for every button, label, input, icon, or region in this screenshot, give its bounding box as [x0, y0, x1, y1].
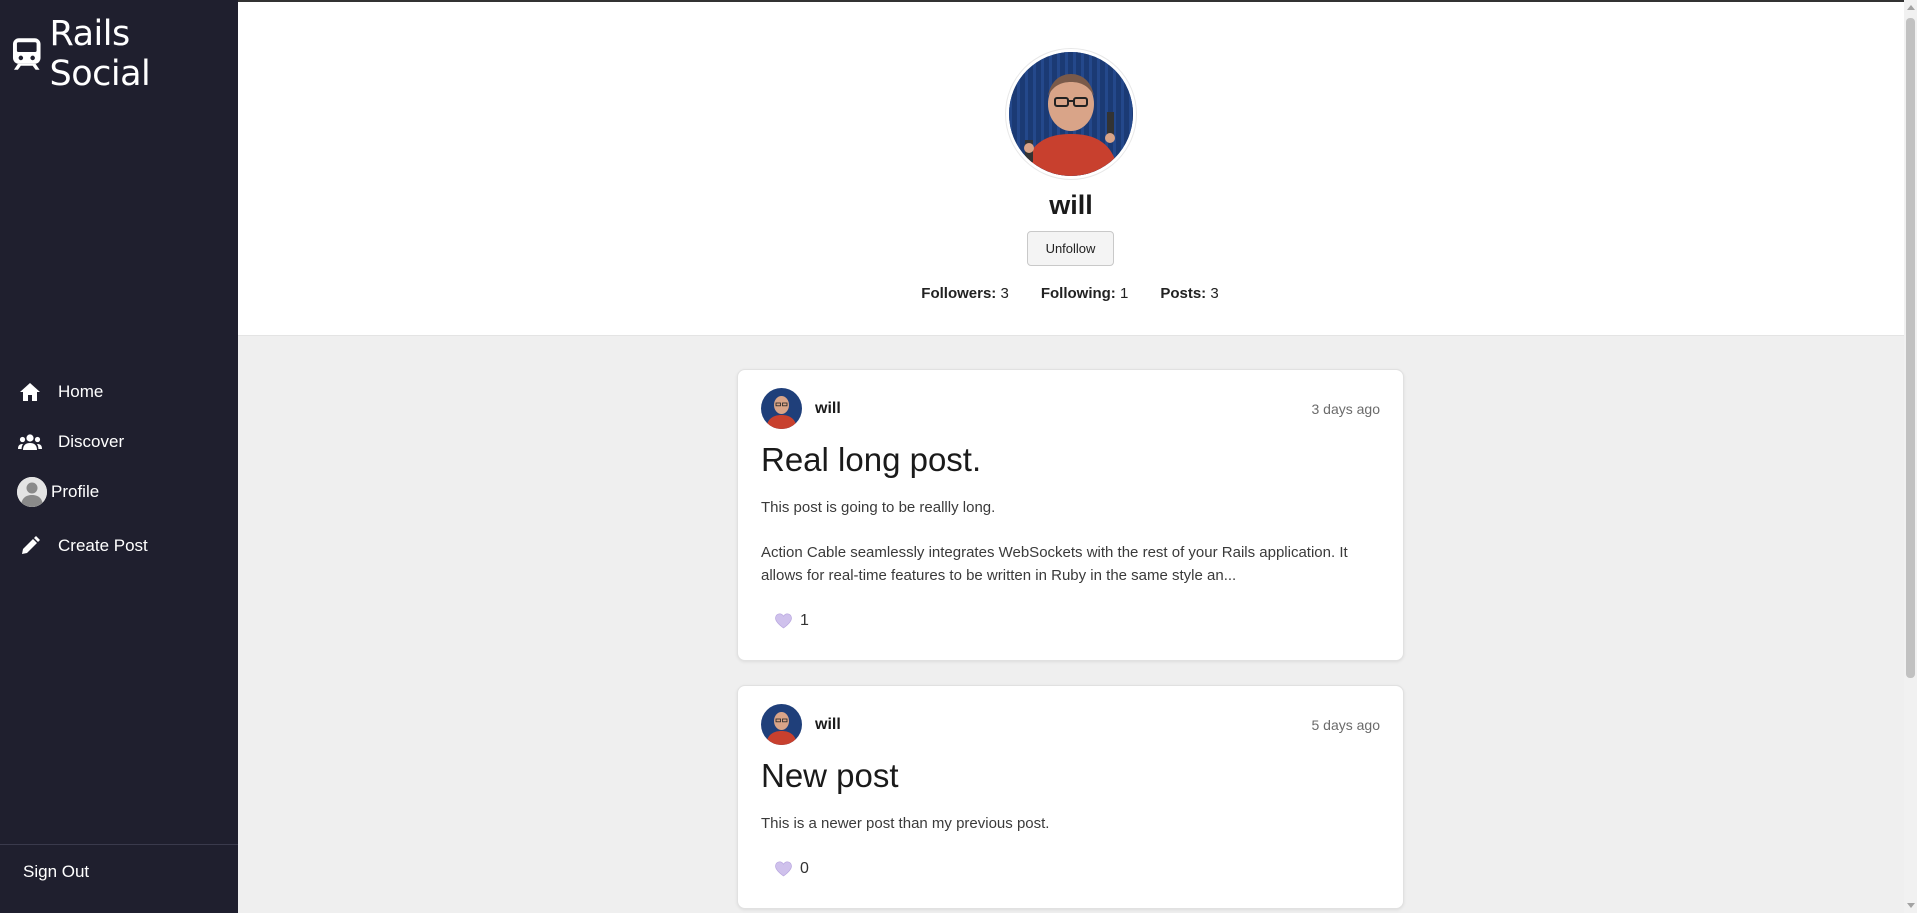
post-author[interactable]: will	[815, 400, 841, 418]
nav-profile[interactable]: Profile	[0, 467, 238, 517]
post-paragraph: Action Cable seamlessly integrates WebSo…	[761, 544, 1348, 584]
post-card[interactable]: will 3 days ago Real long post. This pos…	[737, 369, 1404, 661]
nav-discover-label: Discover	[58, 432, 125, 451]
profile-avatar	[1009, 52, 1133, 176]
post-author-avatar[interactable]	[761, 388, 802, 429]
brand-name: Rails Social	[49, 14, 151, 94]
like-button[interactable]: 1	[775, 612, 809, 630]
nav-create-post[interactable]: Create Post	[0, 521, 238, 571]
scroll-thumb[interactable]	[1906, 18, 1915, 678]
following-stat[interactable]: Following: 1	[1041, 285, 1129, 302]
post-card[interactable]: will 5 days ago New post This is a newer…	[737, 685, 1404, 909]
nav-create-post-label: Create Post	[58, 536, 148, 555]
nav-profile-label: Profile	[51, 482, 100, 501]
nav-home-label: Home	[58, 382, 104, 401]
scroll-up-arrow-icon[interactable]	[1907, 5, 1915, 10]
default-avatar-icon	[17, 477, 47, 507]
post-paragraph: This is a newer post than my previous po…	[761, 815, 1050, 832]
nav-discover[interactable]: Discover	[0, 417, 238, 467]
sign-out-link[interactable]: Sign Out	[23, 862, 89, 882]
main-nav: Home Discover Profile Create Post	[0, 367, 238, 571]
post-author[interactable]: will	[815, 716, 841, 734]
like-count: 0	[800, 860, 809, 877]
pencil-icon	[18, 534, 42, 558]
post-title[interactable]: New post	[761, 757, 899, 795]
train-icon	[12, 38, 41, 70]
page-scrollbar[interactable]	[1904, 0, 1917, 913]
profile-username: will	[1049, 190, 1093, 220]
posts-count: 3	[1210, 285, 1219, 302]
post-time: 5 days ago	[1311, 717, 1381, 733]
posts-label: Posts:	[1160, 285, 1207, 302]
brand-logo[interactable]: Rails Social	[12, 14, 238, 94]
followers-label: Followers:	[921, 285, 997, 302]
sidebar: Rails Social Home Discover Profile Creat…	[0, 0, 238, 913]
post-title[interactable]: Real long post.	[761, 441, 981, 479]
posts-stat: Posts: 3	[1160, 285, 1218, 302]
like-count: 1	[800, 612, 809, 629]
followers-count: 3	[1000, 285, 1009, 302]
followers-stat[interactable]: Followers: 3	[921, 285, 1009, 302]
post-time: 3 days ago	[1311, 401, 1381, 417]
scroll-down-arrow-icon[interactable]	[1907, 903, 1915, 908]
unfollow-button[interactable]: Unfollow	[1027, 231, 1114, 266]
nav-home[interactable]: Home	[0, 367, 238, 417]
heart-icon	[775, 861, 792, 877]
following-count: 1	[1119, 285, 1129, 302]
home-icon	[18, 380, 42, 404]
like-button[interactable]: 0	[775, 860, 809, 878]
following-label: Following:	[1040, 285, 1116, 302]
post-paragraph: This post is going to be reallly long.	[761, 499, 996, 516]
post-author-avatar[interactable]	[761, 704, 802, 745]
profile-stats: Followers: 3 Following: 1 Posts: 3	[238, 285, 1904, 302]
sidebar-footer: Sign Out	[0, 844, 238, 913]
users-icon	[18, 430, 42, 454]
profile-header: will Unfollow Followers: 3 Following: 1 …	[238, 2, 1904, 336]
heart-icon	[775, 613, 792, 629]
